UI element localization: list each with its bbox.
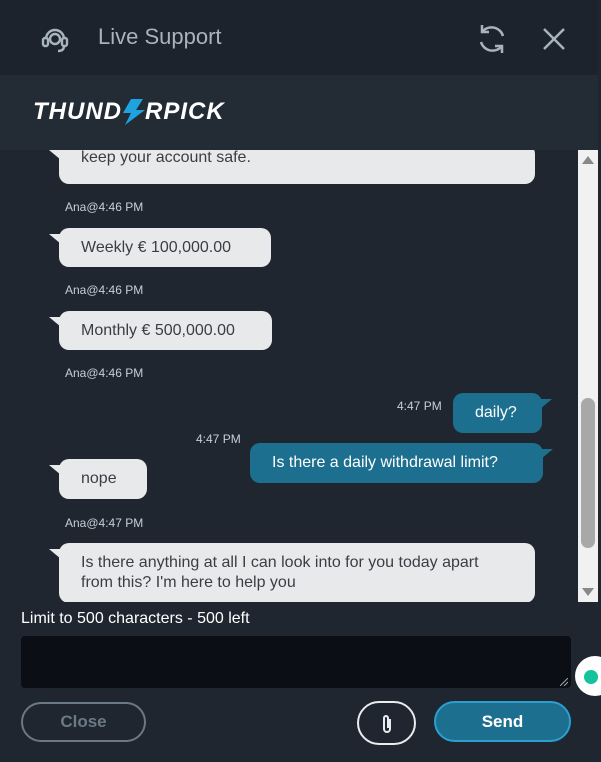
agent-message: nope — [49, 459, 147, 499]
message-text: nope — [81, 470, 117, 487]
agent-message: Weekly € 100,000.00 — [49, 228, 271, 267]
message-text: Is there anything at all I can look into… — [81, 554, 479, 591]
message-timestamp: Ana@4:46 PM — [65, 366, 144, 380]
agent-message: Is there anything at all I can look into… — [49, 543, 535, 602]
resize-handle-icon[interactable] — [560, 678, 568, 686]
scroll-up-arrow-icon[interactable] — [582, 156, 594, 164]
message-timestamp: 4:47 PM — [397, 399, 442, 413]
grammarly-icon — [584, 670, 598, 684]
headset-icon — [41, 28, 69, 53]
chat-header: Live Support — [0, 0, 598, 75]
send-button[interactable]: Send — [434, 701, 571, 742]
message-text: Weekly € 100,000.00 — [81, 239, 232, 256]
grammarly-widget[interactable] — [575, 656, 601, 696]
message-timestamp: Ana@4:46 PM — [65, 283, 144, 297]
agent-message: Monthly € 500,000.00 — [49, 311, 272, 350]
message-timestamp: 4:47 PM — [196, 432, 241, 446]
close-icon[interactable] — [541, 26, 567, 52]
agent-message: keep your account safe. — [49, 150, 535, 184]
chat-title: Live Support — [98, 24, 222, 49]
paperclip-icon — [383, 715, 391, 733]
user-message: daily? — [453, 393, 552, 433]
chat-scrollbar[interactable] — [578, 150, 598, 602]
close-button[interactable]: Close — [21, 702, 146, 742]
user-message: Is there a daily withdrawal limit? — [250, 443, 553, 483]
message-timestamp: Ana@4:47 PM — [65, 516, 144, 530]
message-text: daily? — [475, 404, 517, 421]
message-text: Monthly € 500,000.00 — [81, 322, 235, 339]
thunderpick-logo: THUND RPICK — [33, 98, 225, 125]
message-text: keep your account safe. — [81, 150, 251, 166]
message-text: Is there a daily withdrawal limit? — [272, 454, 498, 471]
scrollbar-thumb[interactable] — [581, 398, 595, 548]
chat-messages[interactable]: keep your account safe. Ana@4:46 PM Week… — [0, 150, 578, 602]
message-timestamp: Ana@4:46 PM — [65, 200, 144, 214]
attach-button[interactable] — [357, 701, 416, 745]
character-limit-label: Limit to 500 characters - 500 left — [21, 610, 250, 627]
svg-text:RPICK: RPICK — [145, 98, 225, 125]
brand-bar: THUND RPICK — [0, 75, 598, 150]
refresh-icon[interactable] — [475, 22, 509, 56]
message-input[interactable] — [21, 636, 571, 688]
svg-text:THUND: THUND — [33, 98, 122, 125]
scroll-down-arrow-icon[interactable] — [582, 588, 594, 596]
